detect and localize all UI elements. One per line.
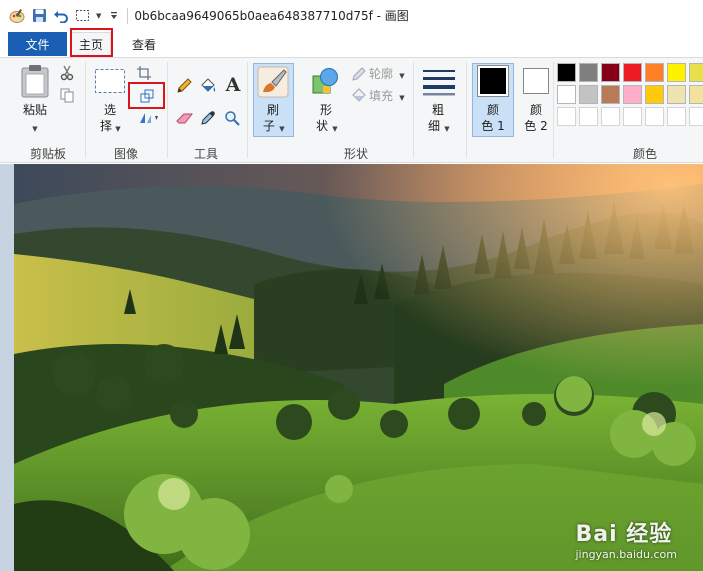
- color-swatch[interactable]: [557, 85, 576, 104]
- brush-label-2: 子: [262, 119, 275, 133]
- colors-group-label: 颜色: [632, 147, 657, 161]
- fill-bucket-icon[interactable]: [197, 76, 219, 96]
- custom-color-slot[interactable]: [667, 107, 686, 126]
- group-separator: [466, 62, 467, 158]
- watermark-main: Bai 经验: [575, 522, 673, 547]
- custom-color-slot[interactable]: [579, 107, 598, 126]
- custom-color-slot[interactable]: [601, 107, 620, 126]
- group-separator: [413, 62, 414, 158]
- eraser-icon[interactable]: [174, 108, 194, 128]
- group-separator: [167, 62, 168, 158]
- title-bar: ▼ 0b6bcaa9649065b0aea648387710d75f - 画图: [0, 0, 703, 31]
- baidu-watermark: Bai 经验 jingyan.baidu.com: [575, 516, 677, 561]
- group-separator: [553, 62, 554, 158]
- shapes-group-label: 形状: [343, 147, 368, 161]
- clipboard-group-label: 剪贴板: [29, 147, 66, 161]
- group-separator: [85, 62, 86, 158]
- color-picker-icon[interactable]: [198, 108, 218, 128]
- color-swatch[interactable]: [601, 63, 620, 82]
- paste-label: 粘贴: [22, 103, 47, 117]
- color2-label: 颜: [529, 103, 542, 117]
- color-swatch[interactable]: [623, 85, 642, 104]
- image-group-label: 图像: [113, 147, 138, 161]
- paint-app-icon: [8, 7, 26, 25]
- crop-icon[interactable]: [135, 64, 153, 82]
- color-swatch[interactable]: [601, 85, 620, 104]
- cut-icon[interactable]: [58, 64, 76, 82]
- resize-button[interactable]: [133, 86, 161, 106]
- drawing-canvas[interactable]: Bai 经验 jingyan.baidu.com: [14, 164, 703, 571]
- group-separator: [247, 62, 248, 158]
- shapes-label-2: 状: [315, 119, 328, 133]
- color2-label-2: 色 2: [524, 119, 548, 133]
- select-rectangle-icon[interactable]: [74, 7, 92, 25]
- brush-label: 刷: [266, 103, 279, 117]
- tab-home[interactable]: 主页: [71, 32, 111, 56]
- color-swatch[interactable]: [557, 63, 576, 82]
- fill-icon: [350, 87, 368, 105]
- customize-qat-icon[interactable]: [105, 7, 123, 25]
- copy-icon[interactable]: [58, 86, 76, 104]
- brush-dropdown-icon[interactable]: ▼: [278, 121, 286, 137]
- ribbon: 粘贴 ▼ 剪贴板 选 择 ▼ 图像 A 工具 刷 子 ▼ 形 状 ▼ 轮廓 ▼ …: [0, 57, 703, 163]
- brush-icon: [257, 66, 289, 98]
- fill-dropdown-icon[interactable]: ▼: [398, 90, 406, 106]
- rotate-icon[interactable]: [136, 110, 162, 126]
- shapes-label: 形: [319, 103, 332, 117]
- tab-view[interactable]: 查看: [123, 32, 165, 56]
- pencil-icon[interactable]: [174, 76, 194, 96]
- color-swatch[interactable]: [579, 85, 598, 104]
- outline-dropdown-icon[interactable]: ▼: [398, 68, 406, 84]
- ribbon-tab-bar: 文件 主页 查看: [0, 28, 703, 57]
- size-dropdown-icon[interactable]: ▼: [443, 121, 451, 137]
- select-label-2: 择: [99, 119, 112, 133]
- shapes-dropdown-icon[interactable]: ▼: [331, 121, 339, 137]
- color-swatch[interactable]: [645, 85, 664, 104]
- size-button[interactable]: [420, 66, 458, 98]
- color1-swatch: [477, 65, 509, 97]
- color-swatch[interactable]: [645, 63, 664, 82]
- save-icon[interactable]: [30, 7, 48, 25]
- color-swatch[interactable]: [689, 85, 703, 104]
- custom-color-slot[interactable]: [557, 107, 576, 126]
- tab-file[interactable]: 文件: [8, 32, 67, 56]
- select-button[interactable]: [92, 66, 128, 96]
- custom-color-slot[interactable]: [623, 107, 642, 126]
- text-tool-icon[interactable]: A: [222, 73, 244, 97]
- color-swatch[interactable]: [667, 85, 686, 104]
- landscape-image: [14, 164, 703, 571]
- color1-label: 颜: [486, 103, 499, 117]
- outline-icon: [350, 65, 368, 83]
- fill-label[interactable]: 填充: [369, 88, 397, 104]
- shapes-button[interactable]: [308, 64, 344, 98]
- qat-dropdown-icon[interactable]: ▼: [96, 12, 101, 20]
- color2-swatch[interactable]: [523, 68, 549, 94]
- tools-group-label: 工具: [193, 147, 218, 161]
- paste-dropdown-icon[interactable]: ▼: [31, 121, 39, 137]
- custom-color-slot[interactable]: [689, 107, 703, 126]
- quick-access-toolbar: ▼: [8, 7, 123, 25]
- color-swatch[interactable]: [689, 63, 703, 82]
- outline-label[interactable]: 轮廓: [369, 66, 397, 82]
- custom-color-slot[interactable]: [645, 107, 664, 126]
- select-label: 选: [103, 103, 116, 117]
- workspace: Bai 经验 jingyan.baidu.com: [0, 164, 703, 571]
- watermark-sub: jingyan.baidu.com: [575, 548, 677, 561]
- color-swatch[interactable]: [579, 63, 598, 82]
- select-dropdown-icon[interactable]: ▼: [114, 121, 122, 137]
- title-separator: [127, 7, 129, 24]
- color1-label-2: 色 1: [481, 119, 505, 133]
- magnifier-icon[interactable]: [222, 108, 242, 128]
- window-title: 0b6bcaa9649065b0aea648387710d75f - 画图: [134, 9, 409, 23]
- color-swatch[interactable]: [667, 63, 686, 82]
- color-swatch[interactable]: [623, 63, 642, 82]
- size-label-2: 细: [427, 119, 440, 133]
- undo-icon[interactable]: [52, 7, 70, 25]
- size-label: 粗: [431, 103, 444, 117]
